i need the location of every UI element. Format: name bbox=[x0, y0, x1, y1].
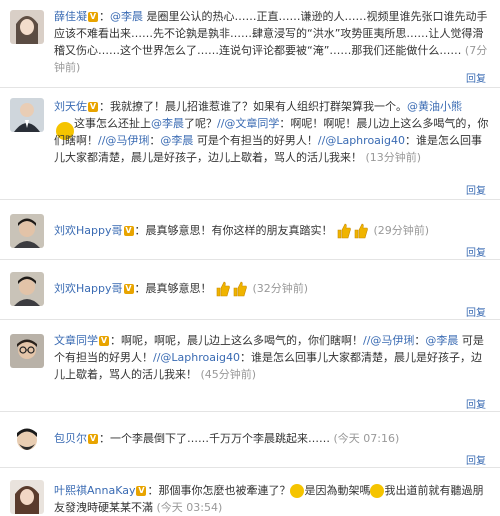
reply-link[interactable]: 回复 bbox=[466, 396, 486, 411]
comment-body: 晨真够意思！ bbox=[145, 282, 212, 295]
comment-item: 刘天佐 V ：我就撩了！晨儿招谁惹谁了？如果有人组织打群架算我一个。@黄油小熊 这事… bbox=[0, 88, 500, 200]
timestamp: (13分钟前) bbox=[365, 151, 422, 164]
comment-text: 文章同学 V ：啊呢，啊呢，晨儿边上这么多喝气的，你们瞎啊！//@马伊琍：@李晨 可… bbox=[54, 334, 484, 381]
verified-icon: V bbox=[136, 486, 147, 496]
avatar[interactable] bbox=[10, 480, 44, 514]
reply-link[interactable]: 回复 bbox=[466, 182, 486, 197]
avatar[interactable] bbox=[10, 10, 44, 44]
comment-text: 薛佳凝 V ：@李晨 是圈里公认的热心……正直……谦逊的人……视频里谁先张口谁先动手… bbox=[54, 10, 488, 74]
comment-text: 刘天佐 V ：我就撩了！晨儿招谁惹谁了？如果有人组织打群架算我一个。@黄油小熊 这事… bbox=[54, 100, 489, 164]
author-name[interactable]: 薛佳凝 bbox=[54, 10, 87, 23]
smile-emoji-icon bbox=[290, 484, 305, 498]
verified-icon: V bbox=[123, 284, 134, 294]
comment-body: 晨真够意思！有你这样的朋友真踏实！ bbox=[145, 224, 333, 237]
timestamp: (29分钟前) bbox=[373, 224, 430, 237]
timestamp: (今天 03:54) bbox=[156, 501, 223, 514]
mention-link[interactable]: //@文章同学 bbox=[217, 117, 279, 130]
reply-link[interactable]: 回复 bbox=[466, 244, 486, 259]
comment-body: 可是个有担当的好男人！ bbox=[196, 134, 318, 147]
comment-body: 是因為動架嗎 bbox=[304, 484, 371, 497]
author-name[interactable]: 文章同学 bbox=[54, 334, 98, 347]
man-avatar-icon bbox=[10, 272, 44, 306]
comment-text: 刘欢Happy哥 V ：晨真够意思！有你这样的朋友真踏实！ (29分钟前) bbox=[54, 223, 430, 239]
mention-link[interactable]: @李晨 bbox=[151, 117, 184, 130]
comment-body: 那個事你怎麼也被牽連了？ bbox=[158, 484, 291, 497]
comment-body: 这事怎么还扯上 bbox=[74, 117, 151, 130]
comment-feed: 薛佳凝 V ：@李晨 是圈里公认的热心……正直……谦逊的人……视频里谁先张口谁先动手… bbox=[0, 0, 500, 516]
reply-link[interactable]: 回复 bbox=[466, 70, 486, 85]
thumbs-up-icon bbox=[216, 281, 230, 297]
reply-link[interactable]: 回复 bbox=[466, 452, 486, 467]
avatar[interactable] bbox=[10, 98, 44, 132]
reply-link[interactable]: 回复 bbox=[466, 304, 486, 319]
author-name[interactable]: 刘欢Happy哥 bbox=[54, 282, 123, 295]
author-name[interactable]: 包贝尔 bbox=[54, 432, 87, 445]
comment-item: 包贝尔 V ：一个李晨倒下了……千万万个李晨跳起来…… (今天 07:16) 回复 bbox=[0, 412, 500, 468]
author-name[interactable]: 叶熙祺AnnaKay bbox=[54, 484, 135, 497]
comment-text: 包贝尔 V ：一个李晨倒下了……千万万个李晨跳起来…… (今天 07:16) bbox=[54, 432, 400, 445]
verified-icon: V bbox=[88, 12, 98, 22]
mention-link[interactable]: @李晨 bbox=[110, 10, 143, 23]
man-avatar-icon bbox=[10, 214, 44, 248]
thumbs-up-icon bbox=[233, 281, 247, 297]
woman-avatar-icon bbox=[10, 480, 44, 514]
comment-body: 了呢？ bbox=[184, 117, 217, 130]
man-suit-avatar-icon bbox=[10, 98, 44, 132]
timestamp: (45分钟前) bbox=[200, 368, 257, 381]
mention-link[interactable]: @李晨 bbox=[160, 134, 193, 147]
comment-text: 叶熙祺AnnaKay V ：那個事你怎麼也被牽連了？ 是因為動架嗎 我出道前就有聽過朋友… bbox=[54, 484, 484, 514]
timestamp: (32分钟前) bbox=[252, 282, 309, 295]
thumbs-up-icon bbox=[337, 223, 351, 239]
comment-text: 刘欢Happy哥 V ：晨真够意思！ (32分钟前) bbox=[54, 281, 309, 297]
comment-body: ：啊呢，啊呢，晨儿边上这么多喝气的，你们瞎啊！ bbox=[110, 334, 363, 347]
comment-item: 薛佳凝 V ：@李晨 是圈里公认的热心……正直……谦逊的人……视频里谁先张口谁先动手… bbox=[0, 0, 500, 88]
avatar[interactable] bbox=[10, 272, 44, 306]
smile-emoji-icon bbox=[370, 484, 385, 498]
comment-item: 刘欢Happy哥 V ：晨真够意思！有你这样的朋友真踏实！ (29分钟前) 回复 bbox=[0, 200, 500, 260]
verified-icon: V bbox=[99, 336, 109, 346]
avatar[interactable] bbox=[10, 214, 44, 248]
avatar[interactable] bbox=[10, 334, 44, 368]
mention-link[interactable]: @黄油小熊 bbox=[407, 100, 462, 113]
mention-link[interactable]: //@Laphroaig40 bbox=[318, 134, 405, 147]
thumbs-up-icon bbox=[354, 223, 368, 239]
verified-icon: V bbox=[88, 434, 98, 444]
mention-link[interactable]: //@Laphroaig40 bbox=[153, 351, 240, 364]
comment-item: 刘欢Happy哥 V ：晨真够意思！ (32分钟前) 回复 bbox=[0, 260, 500, 320]
avatar[interactable] bbox=[10, 424, 44, 458]
timestamp: (今天 07:16) bbox=[333, 432, 400, 445]
comment-body: 我就撩了！晨儿招谁惹谁了？如果有人组织打群架算我一个。 bbox=[110, 100, 407, 113]
mention-link[interactable]: //@马伊琍 bbox=[363, 334, 414, 347]
author-name[interactable]: 刘欢Happy哥 bbox=[54, 224, 123, 237]
comment-item: 文章同学 V ：啊呢，啊呢，晨儿边上这么多喝气的，你们瞎啊！//@马伊琍：@李晨 可… bbox=[0, 320, 500, 412]
verified-icon: V bbox=[88, 102, 98, 112]
verified-icon: V bbox=[123, 226, 134, 236]
comment-body: 一个李晨倒下了……千万万个李晨跳起来…… bbox=[110, 432, 330, 445]
man-glasses-avatar-icon bbox=[10, 334, 44, 368]
mention-link[interactable]: //@马伊琍 bbox=[98, 134, 149, 147]
author-name[interactable]: 刘天佐 bbox=[54, 100, 87, 113]
mention-link[interactable]: @李晨 bbox=[425, 334, 458, 347]
bearded-man-avatar-icon bbox=[10, 424, 44, 458]
comment-item: 叶熙祺AnnaKay V ：那個事你怎麼也被牽連了？ 是因為動架嗎 我出道前就有聽過朋友… bbox=[0, 468, 500, 516]
woman-avatar-icon bbox=[10, 10, 44, 44]
